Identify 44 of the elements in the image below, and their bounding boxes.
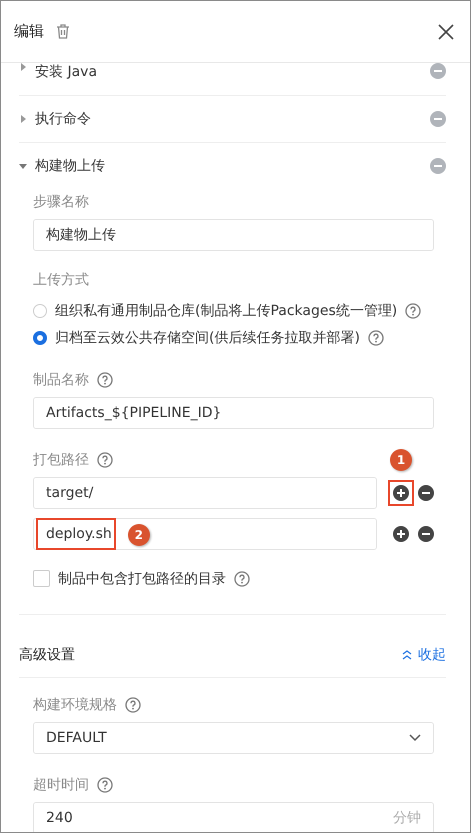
artifact-name-field[interactable]: Artifacts_${PIPELINE_ID} [33, 397, 434, 429]
remove-icon[interactable] [418, 526, 434, 542]
help-icon [125, 697, 141, 713]
close-icon[interactable] [438, 24, 454, 40]
trash-icon[interactable] [56, 24, 70, 39]
highlight-frame [388, 480, 414, 506]
help-icon [97, 372, 113, 388]
step-name-field[interactable]: 构建物上传 [33, 219, 434, 251]
help-icon [234, 570, 250, 586]
radio-label: 归档至云效公共存储空间(供后续任务拉取并部署) [55, 328, 360, 346]
step-title[interactable]: 安装 Java [35, 63, 430, 81]
radio-label: 组织私有通用制品仓库(制品将上传Packages统一管理) [55, 302, 398, 320]
help-icon [97, 452, 113, 468]
add-icon[interactable] [393, 526, 409, 542]
checkbox[interactable] [33, 570, 50, 587]
radio-button[interactable] [33, 330, 47, 344]
chevron-down-icon [409, 734, 421, 742]
callout-badge: 1 [390, 449, 412, 471]
spec-select[interactable]: DEFAULT [33, 722, 434, 754]
field-label: 上传方式 [33, 271, 89, 289]
caret-icon[interactable] [19, 115, 27, 123]
section-title: 高级设置 [19, 646, 76, 664]
callout-badge: 2 [128, 524, 150, 546]
field-label: 超时时间 [33, 776, 89, 794]
help-icon [405, 302, 422, 318]
remove-icon[interactable] [418, 485, 434, 501]
help-icon [368, 330, 384, 346]
step-title[interactable]: 执行命令 [35, 110, 430, 128]
path-field[interactable]: deploy.sh 2 [33, 518, 377, 550]
panel-title: 编辑 [14, 22, 44, 41]
add-icon[interactable] [393, 485, 409, 501]
step-title[interactable]: 构建物上传 [35, 157, 430, 175]
field-label: 构建环境规格 [33, 696, 117, 714]
help-icon [97, 777, 113, 793]
field-label: 步骤名称 [33, 193, 89, 211]
checkbox-label: 制品中包含打包路径的目录 [58, 570, 226, 588]
collapse-link[interactable]: 收起 [402, 646, 446, 664]
unit-label: 分钟 [393, 809, 421, 827]
field-label: 打包路径 [33, 451, 89, 469]
path-field[interactable]: target/ [33, 477, 377, 509]
caret-icon[interactable] [19, 63, 27, 71]
caret-icon[interactable] [19, 162, 27, 170]
field-label: 制品名称 [33, 371, 89, 389]
timeout-field[interactable]: 240 分钟 [33, 802, 434, 832]
